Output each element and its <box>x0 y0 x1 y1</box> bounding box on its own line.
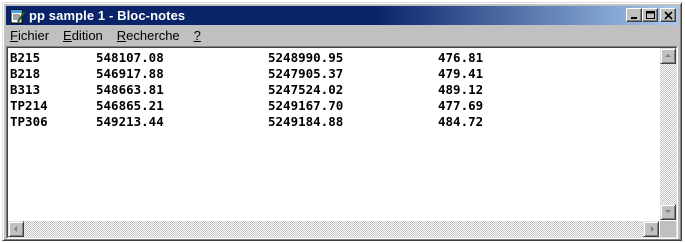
notepad-icon[interactable] <box>9 8 25 24</box>
minimize-button[interactable] <box>626 8 642 22</box>
title-bar[interactable]: pp sample 1 - Bloc-notes <box>6 6 678 25</box>
easting: 546865.21 <box>96 98 164 113</box>
maximize-icon <box>646 11 655 19</box>
scroll-down-button[interactable] <box>660 204 676 220</box>
maximize-button[interactable] <box>642 8 658 22</box>
northing: 5247905.37 <box>268 66 344 81</box>
elevation: 484.72 <box>438 114 484 129</box>
close-button[interactable] <box>660 8 676 22</box>
text-line: B313 548663.81 5247524.02 489.12 <box>10 82 659 98</box>
menu-help-label: ? <box>193 28 201 43</box>
point-id: B313 <box>10 82 41 97</box>
northing: 5249167.70 <box>268 98 344 113</box>
menu-fichier[interactable]: Fichier <box>6 28 56 43</box>
northing: 5248990.95 <box>268 50 344 65</box>
elevation: 476.81 <box>438 50 484 65</box>
point-id: B218 <box>10 66 41 81</box>
editor[interactable]: B215 548107.08 5248990.95 476.81 B218 54… <box>7 47 677 238</box>
scroll-right-button[interactable] <box>643 221 659 237</box>
point-id: B215 <box>10 50 41 65</box>
title-buttons <box>626 8 676 22</box>
point-id: TP306 <box>10 114 48 129</box>
menu-recherche-label: echerche <box>126 28 180 43</box>
arrow-left-icon <box>14 226 17 232</box>
text-line: TP306 549213.44 5249184.88 484.72 <box>10 114 659 130</box>
notepad-window: pp sample 1 - Bloc-notes Fichier Edition… <box>2 2 682 241</box>
menu-help[interactable]: ? <box>187 28 208 43</box>
menu-edition-label: dition <box>71 28 103 43</box>
window-title: pp sample 1 - Bloc-notes <box>29 8 186 23</box>
text-line: TP214 546865.21 5249167.70 477.69 <box>10 98 659 114</box>
easting: 548663.81 <box>96 82 164 97</box>
menu-fichier-label: ichier <box>17 28 50 43</box>
arrow-right-icon <box>651 226 654 232</box>
close-icon <box>664 11 673 20</box>
text-line: B215 548107.08 5248990.95 476.81 <box>10 50 659 66</box>
menu-edition-mnemonic: E <box>63 28 72 43</box>
easting: 546917.88 <box>96 66 164 81</box>
easting: 548107.08 <box>96 50 164 65</box>
horizontal-scrollbar[interactable] <box>8 221 659 237</box>
scroll-left-button[interactable] <box>8 221 24 237</box>
arrow-down-icon <box>665 210 671 213</box>
northing: 5249184.88 <box>268 114 344 129</box>
easting: 549213.44 <box>96 114 164 129</box>
text-area[interactable]: B215 548107.08 5248990.95 476.81 B218 54… <box>8 48 659 220</box>
editor-frame: B215 548107.08 5248990.95 476.81 B218 54… <box>6 46 678 239</box>
arrow-up-icon <box>665 54 671 57</box>
menu-recherche[interactable]: Recherche <box>110 28 187 43</box>
point-id: TP214 <box>10 98 48 113</box>
menu-fichier-mnemonic: F <box>10 28 18 43</box>
text-line: B218 546917.88 5247905.37 479.41 <box>10 66 659 82</box>
elevation: 477.69 <box>438 98 484 113</box>
scrollbar-corner <box>660 221 676 237</box>
northing: 5247524.02 <box>268 82 344 97</box>
menu-bar: Fichier Edition Recherche ? <box>6 26 678 45</box>
elevation: 479.41 <box>438 66 484 81</box>
elevation: 489.12 <box>438 82 484 97</box>
scroll-up-button[interactable] <box>660 48 676 64</box>
menu-edition[interactable]: Edition <box>56 28 110 43</box>
minimize-icon <box>631 17 637 19</box>
vertical-scrollbar[interactable] <box>660 48 676 220</box>
menu-recherche-mnemonic: R <box>116 28 127 43</box>
